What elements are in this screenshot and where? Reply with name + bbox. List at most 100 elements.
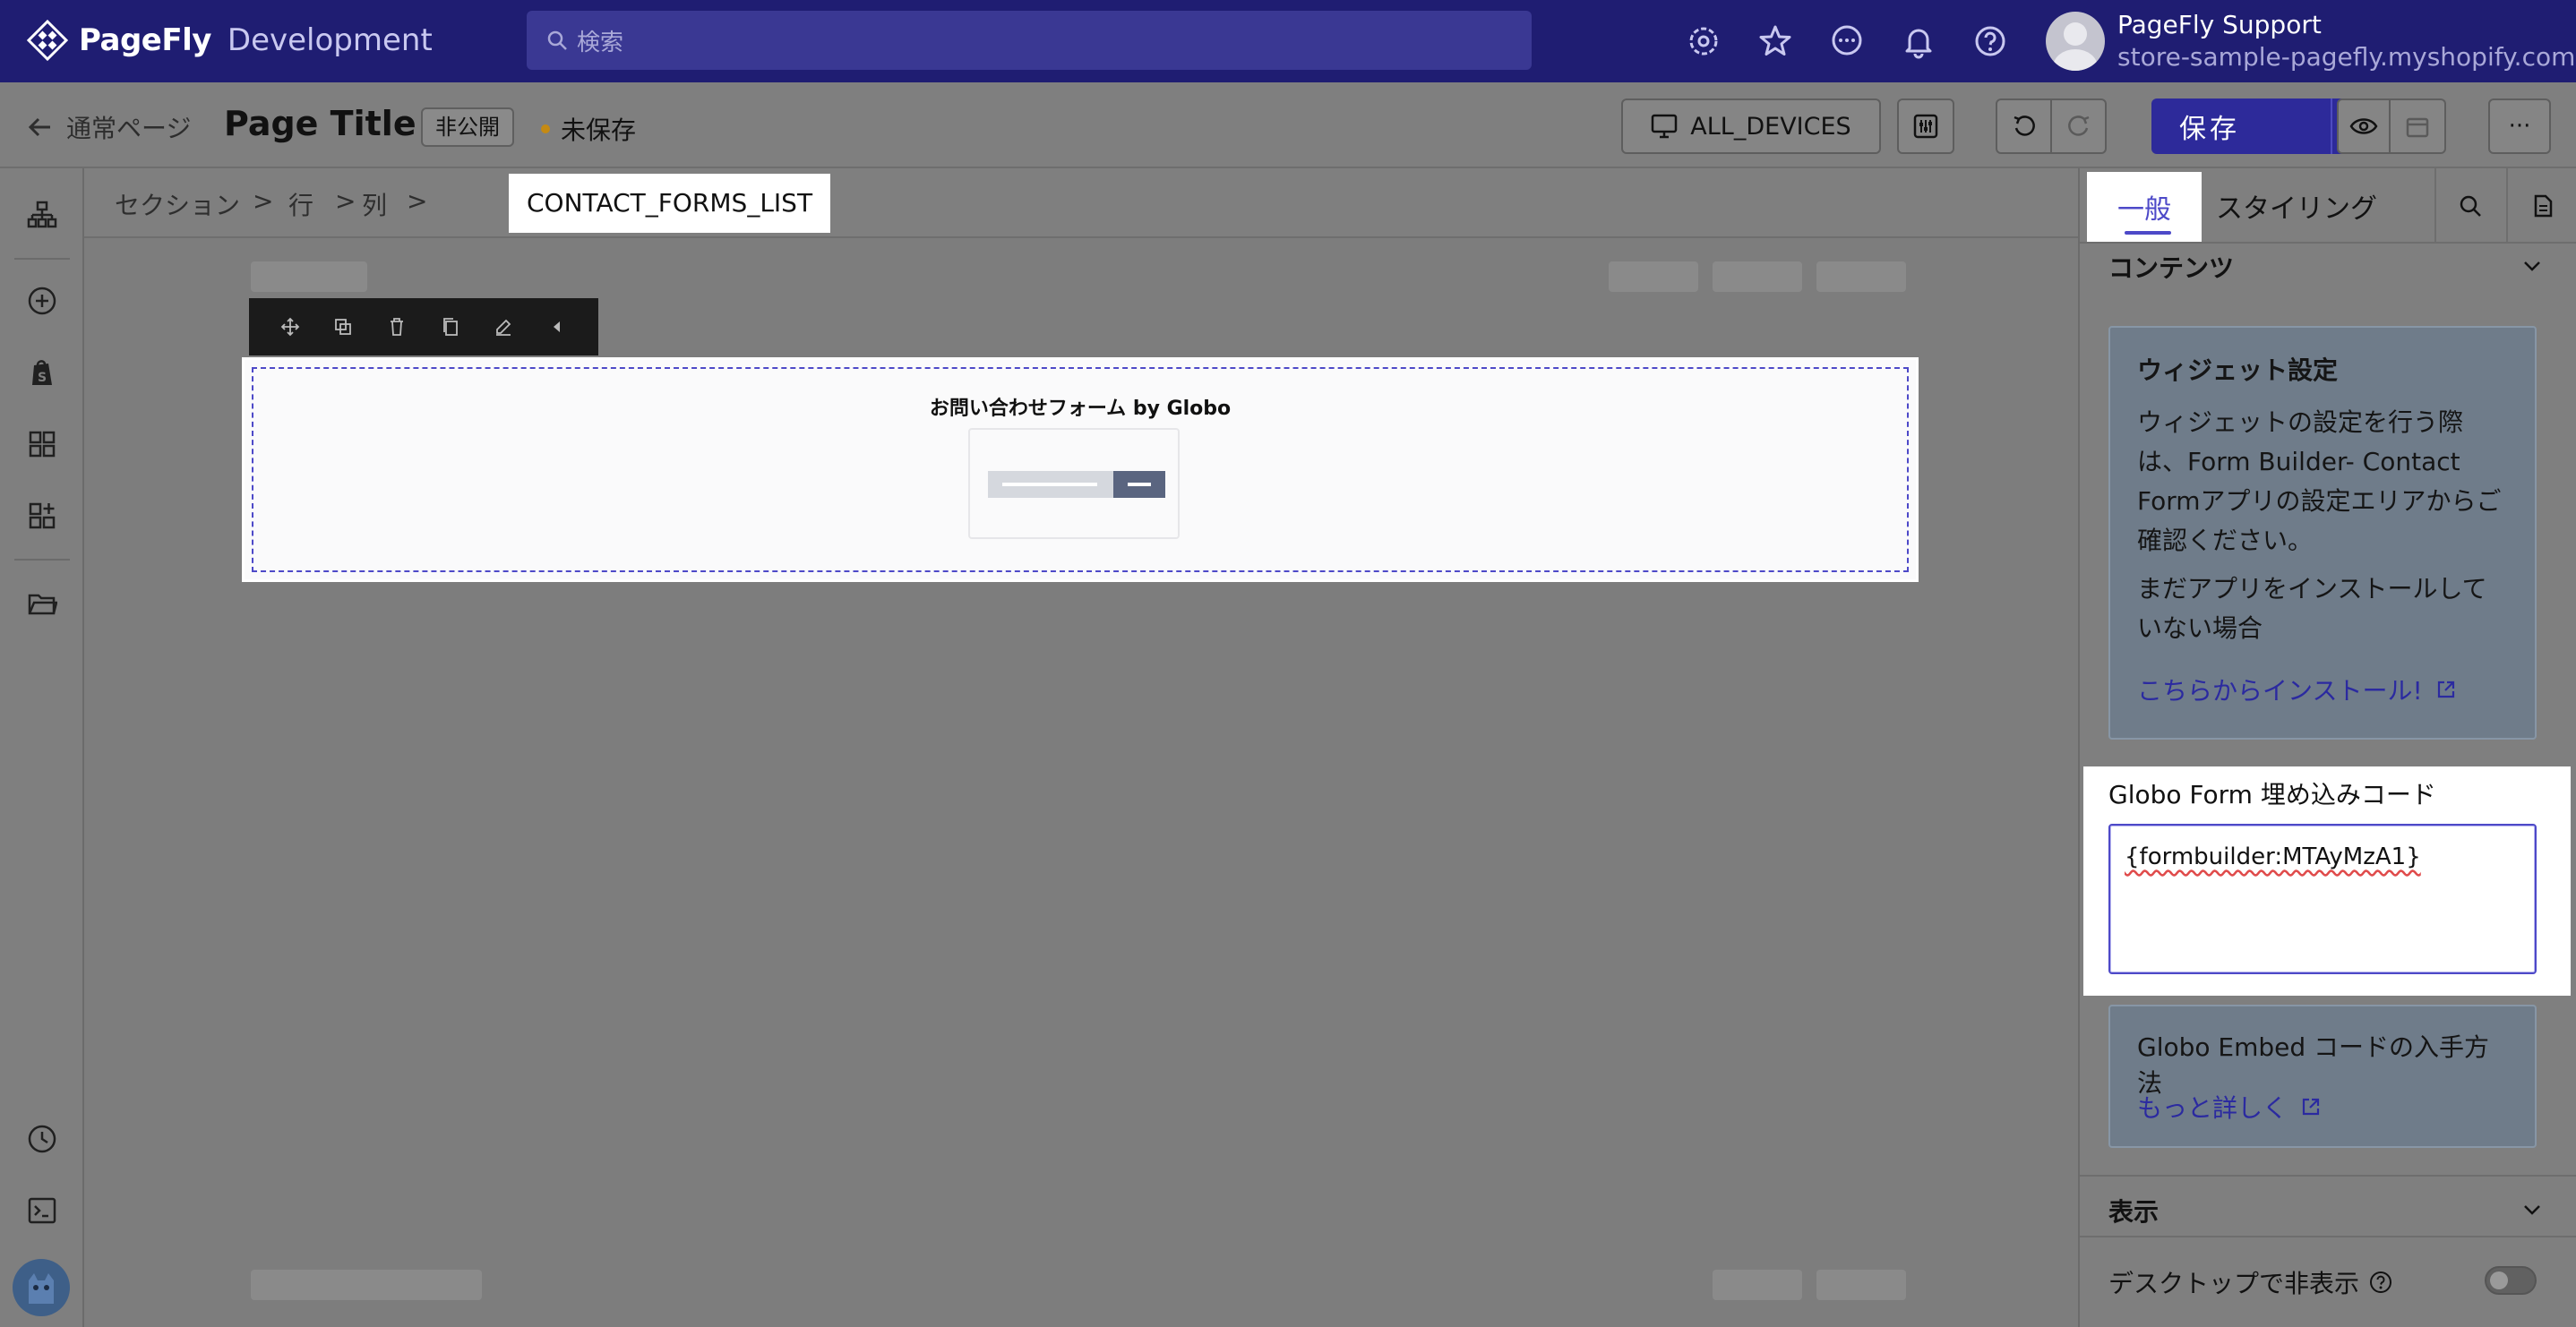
brand-logo[interactable]: PageFly Development bbox=[27, 20, 433, 61]
eye-icon[interactable] bbox=[2337, 98, 2391, 154]
more-label: ··· bbox=[2508, 113, 2531, 140]
delete-icon[interactable] bbox=[387, 317, 407, 337]
learn-more-link[interactable]: もっと詳しく bbox=[2137, 1089, 2322, 1125]
info-text: まだアプリをインストールしていない場合 bbox=[2137, 574, 2487, 643]
style-icon[interactable] bbox=[494, 317, 513, 337]
preview-group bbox=[2336, 98, 2447, 154]
grid-icon[interactable] bbox=[24, 426, 60, 462]
hide-desktop-toggle[interactable] bbox=[2485, 1266, 2537, 1295]
back-link[interactable]: 通常ページ bbox=[27, 109, 191, 145]
apps-icon[interactable] bbox=[24, 498, 60, 534]
chat-icon[interactable] bbox=[1829, 23, 1865, 59]
user-menu[interactable]: PageFly Support store-sample-pagefly.mys… bbox=[2046, 9, 2575, 73]
avatar-icon[interactable] bbox=[13, 1259, 70, 1316]
embed-help-info: Globo Embed コードの入手方法 もっと詳しく bbox=[2108, 1005, 2537, 1148]
undo-icon[interactable] bbox=[1997, 100, 2052, 152]
placeholder-block bbox=[1816, 261, 1906, 292]
search-button[interactable] bbox=[2434, 168, 2504, 244]
placeholder-block bbox=[1609, 261, 1698, 292]
page-title[interactable]: Page Title bbox=[224, 104, 416, 143]
move-icon[interactable] bbox=[280, 317, 300, 337]
bell-icon[interactable] bbox=[1901, 23, 1936, 59]
hide-on-desktop-row: デスクトップで非表示 bbox=[2108, 1264, 2393, 1300]
widget-title: お問い合わせフォーム by Globo bbox=[929, 398, 1232, 420]
search-placeholder: 検索 bbox=[577, 29, 624, 56]
section-display-title: 表示 bbox=[2108, 1197, 2160, 1227]
contact-form-widget[interactable]: お問い合わせフォーム by Globo bbox=[242, 357, 1919, 582]
breadcrumb-item-row[interactable]: 行 bbox=[288, 186, 313, 222]
help-icon[interactable] bbox=[1972, 23, 2008, 59]
embed-code-label: Globo Form 埋め込みコード bbox=[2108, 780, 2436, 809]
document-button[interactable] bbox=[2506, 168, 2576, 244]
install-link-label: こちらからインストール! bbox=[2137, 676, 2423, 706]
element-toolbar bbox=[249, 298, 598, 355]
settings-icon[interactable] bbox=[1686, 23, 1722, 59]
rail-divider bbox=[14, 559, 70, 561]
section-display[interactable]: 表示 bbox=[2080, 1175, 2576, 1237]
info-title: ウィジェット設定 bbox=[2137, 355, 2339, 385]
undo-redo-group bbox=[1996, 98, 2107, 154]
status-badge: 非公開 bbox=[421, 107, 514, 147]
terminal-icon[interactable] bbox=[24, 1193, 60, 1229]
placeholder-block bbox=[1713, 261, 1802, 292]
rail-divider bbox=[14, 258, 70, 260]
preview-input-placeholder bbox=[988, 471, 1113, 498]
brand-name: PageFly bbox=[79, 22, 211, 58]
widget-settings-info: ウィジェット設定 ウィジェットの設定を行う際は、Form Builder- Co… bbox=[2108, 326, 2537, 740]
more-button[interactable]: ··· bbox=[2488, 98, 2551, 154]
inspector-panel: 一般 スタイリング コンテンツ ウィジェット設定 ウィジェットの設定を行う際は、… bbox=[2078, 168, 2576, 1327]
layers-icon[interactable] bbox=[24, 197, 60, 233]
folder-icon[interactable] bbox=[24, 586, 60, 621]
info-text: ウィジェットの設定を行う際は、Form Builder- Contact For… bbox=[2137, 407, 2502, 555]
add-icon[interactable] bbox=[24, 283, 60, 319]
search-input[interactable]: 検索 bbox=[527, 11, 1532, 70]
placeholder-block bbox=[251, 1270, 482, 1300]
hide-desktop-label: デスクトップで非表示 bbox=[2108, 1269, 2360, 1298]
preview-button-placeholder bbox=[1113, 471, 1165, 498]
help-icon[interactable] bbox=[2368, 1270, 2393, 1295]
learn-more-label: もっと詳しく bbox=[2137, 1093, 2288, 1123]
avatar bbox=[2046, 12, 2105, 71]
redo-icon[interactable] bbox=[2052, 100, 2105, 152]
history-icon[interactable] bbox=[24, 1121, 60, 1157]
chevron-down-icon bbox=[2520, 1198, 2544, 1221]
search-icon bbox=[546, 30, 568, 51]
placeholder-block bbox=[1713, 1270, 1802, 1300]
collapse-icon[interactable] bbox=[547, 317, 567, 337]
unsaved-dot-icon bbox=[541, 124, 550, 133]
breadcrumb: セクション > 行 > 列 > CONTACT_FORMS_LIST bbox=[84, 168, 2078, 238]
chevron-down-icon[interactable] bbox=[2520, 254, 2544, 278]
embed-code-textarea[interactable]: {formbuilder:MTAyMzA1} bbox=[2108, 824, 2537, 974]
shopify-icon[interactable]: S bbox=[24, 355, 60, 390]
placeholder-block bbox=[251, 261, 367, 292]
external-link-icon bbox=[2300, 1096, 2322, 1117]
install-link[interactable]: こちらからインストール! bbox=[2137, 672, 2457, 707]
breadcrumb-item-column[interactable]: 列 bbox=[362, 186, 387, 222]
placeholder-block bbox=[1816, 1270, 1906, 1300]
left-sidebar: S bbox=[0, 168, 84, 1327]
breadcrumb-separator: > bbox=[253, 186, 274, 216]
breadcrumb-separator: > bbox=[335, 186, 356, 216]
star-icon[interactable] bbox=[1757, 23, 1793, 59]
tab-styling[interactable]: スタイリング bbox=[2216, 186, 2377, 226]
svg-text:S: S bbox=[38, 371, 47, 385]
tab-general[interactable]: 一般 bbox=[2087, 172, 2202, 242]
section-contents-title[interactable]: コンテンツ bbox=[2108, 249, 2234, 285]
store-url: store-sample-pagefly.myshopify.com bbox=[2117, 42, 2576, 72]
embed-code-value: {formbuilder:MTAyMzA1} bbox=[2125, 843, 2421, 870]
user-name: PageFly Support bbox=[2117, 10, 2322, 39]
arrow-left-icon bbox=[27, 114, 54, 141]
copy-icon[interactable] bbox=[441, 317, 460, 337]
brand-subtitle: Development bbox=[227, 22, 433, 58]
desktop-icon bbox=[1651, 114, 1678, 139]
breadcrumb-item-section[interactable]: セクション bbox=[115, 186, 240, 222]
publish-icon[interactable] bbox=[2391, 98, 2446, 154]
device-selector-button[interactable]: ALL_DEVICES bbox=[1621, 98, 1881, 154]
breadcrumb-separator: > bbox=[407, 186, 428, 216]
save-state-indicator: 未保存 bbox=[541, 111, 636, 147]
duplicate-icon[interactable] bbox=[333, 317, 353, 337]
page-header: 通常ページ Page Title 非公開 未保存 ALL_DEVICES 保存 bbox=[0, 82, 2576, 168]
widget-preview-image bbox=[968, 428, 1180, 539]
settings-toggle-button[interactable] bbox=[1897, 98, 1954, 154]
back-label: 通常ページ bbox=[66, 114, 192, 143]
